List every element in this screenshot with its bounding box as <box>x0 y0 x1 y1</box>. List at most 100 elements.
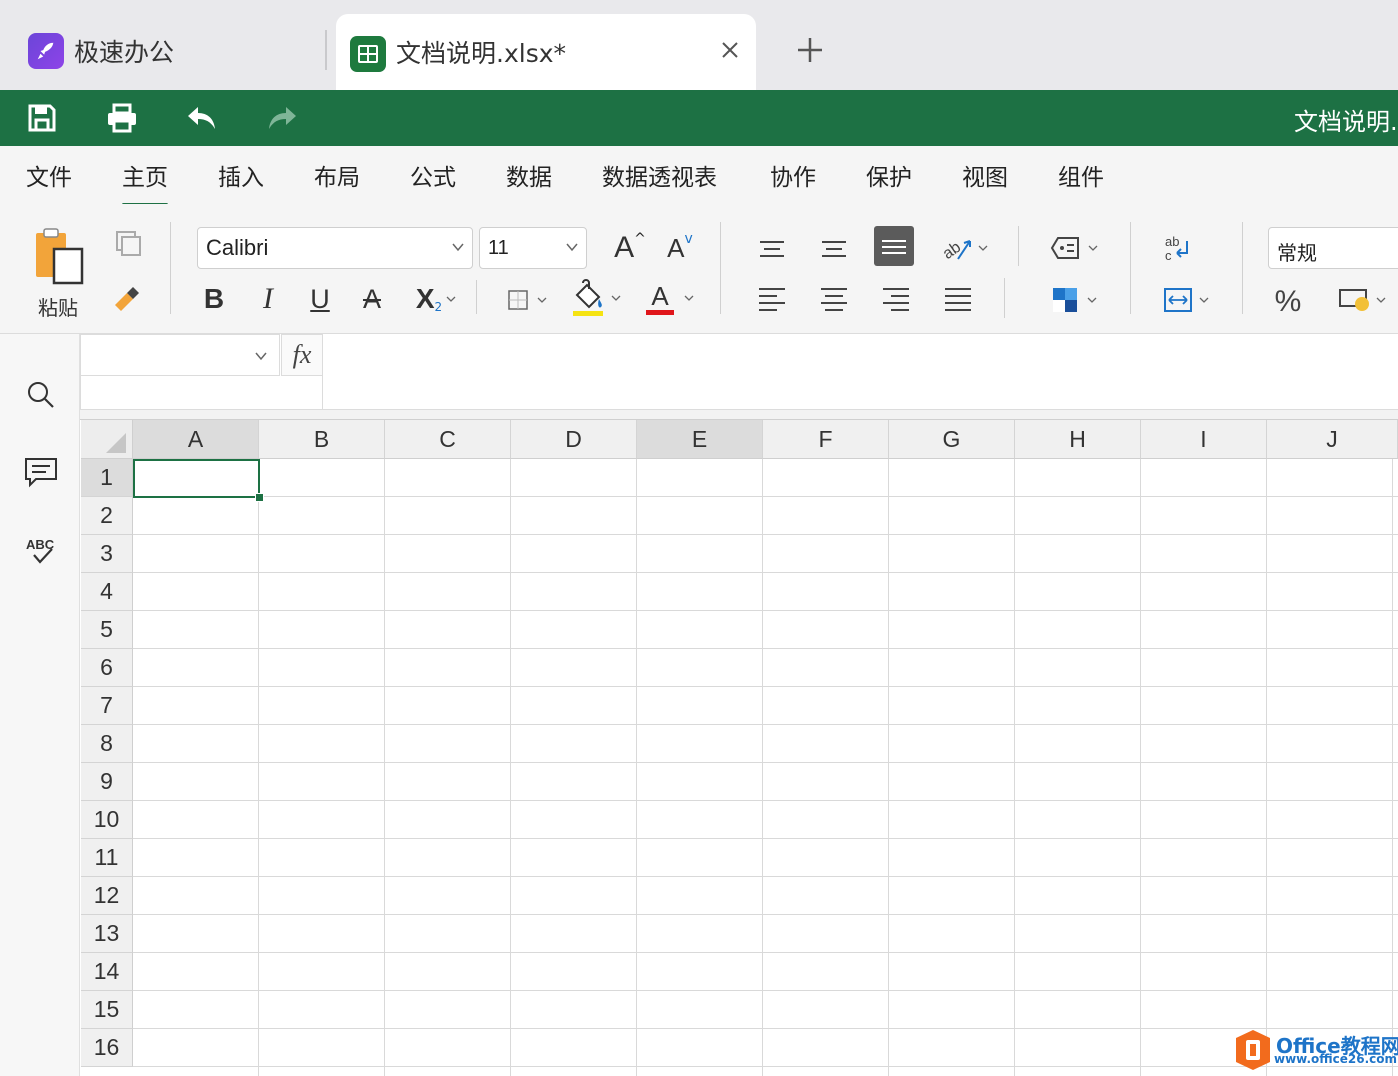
align-left-icon <box>759 288 785 311</box>
menu-insert[interactable]: 插入 <box>218 158 264 192</box>
row-header-13[interactable]: 13 <box>81 915 133 953</box>
column-header-a[interactable]: A <box>133 420 259 459</box>
new-tab-button[interactable] <box>792 32 828 68</box>
name-box[interactable] <box>80 334 280 376</box>
borders-button[interactable] <box>500 280 554 320</box>
search-button[interactable] <box>22 376 60 414</box>
conditional-format-button[interactable] <box>1044 280 1104 320</box>
menu-file[interactable]: 文件 <box>26 158 72 192</box>
font-size-select[interactable]: 11 <box>479 227 587 269</box>
align-left-button[interactable] <box>752 280 792 320</box>
copy-button[interactable] <box>110 226 146 262</box>
ribbon-separator <box>1004 278 1005 318</box>
row-header-4[interactable]: 4 <box>81 573 133 611</box>
spreadsheet-grid[interactable]: A B C D E F G H I J 1 2 3 4 5 6 7 8 9 10… <box>81 420 1398 1076</box>
column-header-g[interactable]: G <box>889 420 1015 459</box>
chevron-down-icon <box>1087 297 1097 303</box>
currency-icon <box>1339 289 1369 311</box>
office-logo-icon <box>1236 1030 1270 1070</box>
close-tab-button[interactable] <box>714 32 746 68</box>
menu-protect[interactable]: 保护 <box>866 158 912 192</box>
select-all-corner[interactable] <box>81 420 133 459</box>
merge-cells-button[interactable] <box>1156 280 1216 320</box>
menu-layout[interactable]: 布局 <box>314 158 360 192</box>
subscript-button[interactable]: X2 <box>408 278 464 320</box>
print-button[interactable] <box>102 100 142 136</box>
underline-button[interactable]: U <box>302 278 338 320</box>
font-color-button[interactable]: A <box>640 276 700 320</box>
save-icon <box>28 104 56 132</box>
row-header-7[interactable]: 7 <box>81 687 133 725</box>
menu-data[interactable]: 数据 <box>506 158 552 192</box>
menu-view[interactable]: 视图 <box>962 158 1008 192</box>
formula-input[interactable] <box>323 334 1398 410</box>
fill-handle[interactable] <box>255 493 264 502</box>
column-header-j[interactable]: J <box>1267 420 1398 459</box>
row-header-16[interactable]: 16 <box>81 1029 133 1067</box>
row-header-15[interactable]: 15 <box>81 991 133 1029</box>
comments-button[interactable] <box>22 454 60 492</box>
tag-icon <box>1050 237 1079 259</box>
decrease-font-button[interactable]: Av <box>658 226 702 270</box>
increase-font-button[interactable]: A ^ <box>608 226 652 270</box>
insert-function-button[interactable]: fx <box>281 334 323 376</box>
strikethrough-button[interactable]: A <box>354 278 390 320</box>
menu-components[interactable]: 组件 <box>1058 158 1104 192</box>
save-button[interactable] <box>22 100 62 136</box>
menu-home[interactable]: 主页 <box>122 158 168 206</box>
cell-area[interactable] <box>133 459 1398 1076</box>
row-header-5[interactable]: 5 <box>81 611 133 649</box>
tab-home[interactable]: 极速办公 <box>28 31 174 71</box>
column-header-f[interactable]: F <box>763 420 889 459</box>
row-header-3[interactable]: 3 <box>81 535 133 573</box>
menu-formula[interactable]: 公式 <box>410 158 456 192</box>
redo-button[interactable] <box>262 100 302 136</box>
row-header-12[interactable]: 12 <box>81 877 133 915</box>
wrap-text-button[interactable]: ab c <box>1156 228 1196 268</box>
row-header-9[interactable]: 9 <box>81 763 133 801</box>
row-header-6[interactable]: 6 <box>81 649 133 687</box>
row-header-14[interactable]: 14 <box>81 953 133 991</box>
number-format-select[interactable]: 常规 <box>1268 227 1398 269</box>
active-cell[interactable] <box>133 459 260 498</box>
justify-button[interactable] <box>938 280 978 320</box>
column-header-b[interactable]: B <box>259 420 385 459</box>
column-header-i[interactable]: I <box>1141 420 1267 459</box>
align-middle-button[interactable] <box>814 230 854 268</box>
spreadsheet-icon <box>350 36 386 72</box>
menu-pivot-table[interactable]: 数据透视表 <box>602 158 717 192</box>
spellcheck-button[interactable]: ABC <box>22 532 60 570</box>
fill-color-button[interactable] <box>566 276 626 320</box>
currency-button[interactable] <box>1332 280 1392 320</box>
cell-style-button[interactable] <box>1044 228 1104 268</box>
row-header-10[interactable]: 10 <box>81 801 133 839</box>
menu-collaborate[interactable]: 协作 <box>770 158 816 192</box>
align-top-button[interactable] <box>752 230 792 268</box>
subscript-icon: X <box>415 283 435 314</box>
row-header-1[interactable]: 1 <box>81 459 133 497</box>
row-header-2[interactable]: 2 <box>81 497 133 535</box>
tab-document[interactable]: 文档说明.xlsx* <box>336 14 756 90</box>
align-bottom-button[interactable] <box>874 226 914 266</box>
bold-button[interactable]: B <box>196 278 232 320</box>
row-header-8[interactable]: 8 <box>81 725 133 763</box>
column-header-h[interactable]: H <box>1015 420 1141 459</box>
column-header-c[interactable]: C <box>385 420 511 459</box>
italic-button[interactable]: I <box>250 278 286 320</box>
fx-icon: fx <box>292 340 312 369</box>
align-right-button[interactable] <box>876 280 916 320</box>
chevron-down-icon <box>1376 297 1386 303</box>
chevron-down-icon <box>255 352 267 361</box>
svg-text:c: c <box>1165 248 1172 263</box>
font-family-select[interactable]: Calibri <box>197 227 473 269</box>
align-center-button[interactable] <box>814 280 854 320</box>
undo-button[interactable] <box>182 100 222 136</box>
percent-button[interactable]: % <box>1266 280 1310 324</box>
format-painter-button[interactable] <box>108 282 144 318</box>
chevron-down-icon <box>566 243 578 252</box>
row-header-11[interactable]: 11 <box>81 839 133 877</box>
column-header-d[interactable]: D <box>511 420 637 459</box>
text-orientation-button[interactable]: ab <box>934 228 994 268</box>
paste-button[interactable] <box>30 226 88 290</box>
column-header-e[interactable]: E <box>637 420 763 459</box>
